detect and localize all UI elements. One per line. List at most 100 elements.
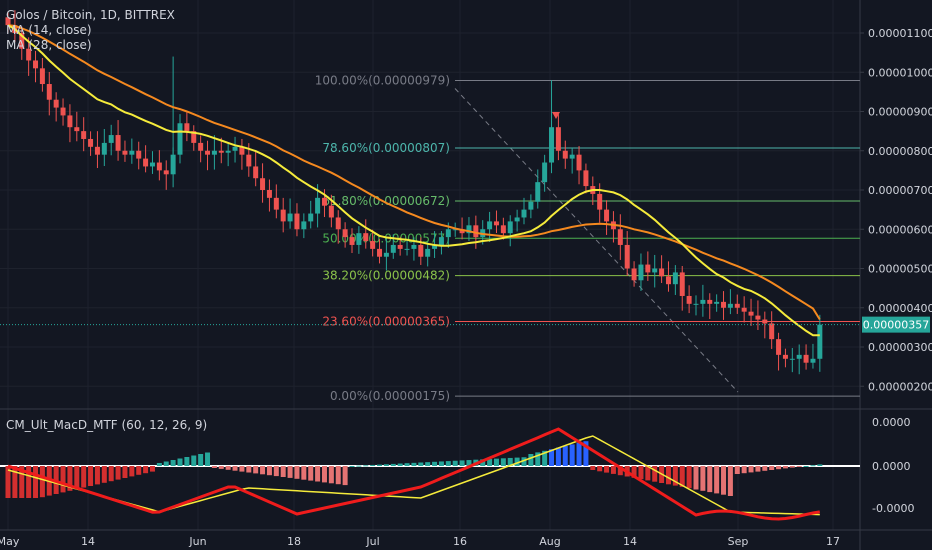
candle-body[interactable] (645, 264, 651, 273)
candle-body[interactable] (163, 170, 169, 175)
candle-body[interactable] (555, 127, 561, 151)
candle-body[interactable] (493, 221, 499, 226)
candle-body[interactable] (205, 150, 211, 155)
candle-body[interactable] (108, 135, 114, 143)
candle-body[interactable] (693, 303, 699, 305)
candle-body[interactable] (88, 138, 94, 147)
candle-body[interactable] (94, 146, 100, 155)
candle-body[interactable] (211, 150, 217, 155)
candle-body[interactable] (363, 233, 369, 242)
candle-body[interactable] (115, 135, 121, 151)
candle-body[interactable] (769, 323, 775, 340)
candle-body[interactable] (707, 299, 713, 304)
candle-body[interactable] (342, 229, 348, 238)
candle-body[interactable] (411, 244, 417, 249)
candle-body[interactable] (748, 311, 754, 316)
candle-body[interactable] (604, 209, 610, 222)
candle-body[interactable] (665, 276, 671, 285)
candle-body[interactable] (652, 268, 658, 273)
candle-body[interactable] (198, 142, 204, 151)
candle-body[interactable] (253, 166, 259, 179)
candle-body[interactable] (789, 358, 795, 360)
candle-body[interactable] (576, 154, 582, 171)
candle-body[interactable] (638, 264, 644, 281)
candle-body[interactable] (273, 197, 279, 210)
candle-body[interactable] (418, 244, 424, 257)
candle-body[interactable] (294, 213, 300, 230)
candle-body[interactable] (631, 268, 637, 281)
candle-body[interactable] (101, 142, 107, 155)
candle-body[interactable] (734, 303, 740, 308)
candle-body[interactable] (377, 248, 383, 257)
candle-body[interactable] (308, 213, 314, 222)
candle-body[interactable] (328, 205, 334, 218)
candle-body[interactable] (507, 221, 513, 234)
candle-body[interactable] (122, 150, 128, 155)
candle-body[interactable] (686, 295, 692, 304)
candle-body[interactable] (500, 225, 506, 234)
candle-body[interactable] (287, 213, 293, 222)
candle-body[interactable] (487, 221, 493, 230)
candle-body[interactable] (741, 307, 747, 312)
candle-body[interactable] (425, 248, 431, 257)
macd-legend[interactable]: CM_Ult_MacD_MTF (60, 12, 26, 9) (6, 418, 207, 433)
candle-body[interactable] (315, 197, 321, 214)
candle-body[interactable] (776, 339, 782, 355)
candle-body[interactable] (755, 315, 761, 320)
candle-body[interactable] (714, 301, 720, 304)
candle-body[interactable] (569, 154, 575, 159)
candle-body[interactable] (762, 319, 768, 324)
candle-body[interactable] (535, 182, 541, 202)
candle-body[interactable] (528, 201, 534, 210)
candle-body[interactable] (473, 225, 479, 238)
candle-body[interactable] (335, 217, 341, 230)
candle-body[interactable] (514, 217, 520, 222)
candle-body[interactable] (149, 162, 155, 167)
candle-body[interactable] (782, 354, 788, 359)
ma14-legend[interactable]: MA (14, close) (6, 23, 175, 38)
candle-body[interactable] (46, 84, 52, 100)
candle-body[interactable] (542, 162, 548, 183)
candle-body[interactable] (301, 221, 307, 230)
candle-body[interactable] (33, 60, 39, 69)
candle-body[interactable] (727, 303, 733, 308)
candle-body[interactable] (81, 131, 87, 139)
candle-body[interactable] (617, 229, 623, 245)
candle-body[interactable] (370, 241, 376, 249)
candle-body[interactable] (232, 146, 238, 151)
candle-body[interactable] (796, 354, 802, 359)
candle-body[interactable] (383, 252, 389, 257)
candle-body[interactable] (177, 123, 183, 155)
candle-body[interactable] (39, 68, 45, 85)
candle-body[interactable] (817, 324, 823, 359)
candle-body[interactable] (218, 150, 224, 153)
candle-body[interactable] (438, 237, 444, 245)
candle-body[interactable] (721, 301, 727, 308)
ma28-legend[interactable]: MA (28, close) (6, 38, 175, 53)
candle-body[interactable] (260, 178, 266, 190)
symbol-title[interactable]: Golos / Bitcoin, 1D, BITTREX (6, 8, 175, 23)
candle-body[interactable] (129, 150, 135, 155)
candle-body[interactable] (60, 107, 66, 116)
candle-body[interactable] (404, 248, 410, 250)
candle-body[interactable] (184, 123, 190, 132)
candle-body[interactable] (390, 244, 396, 253)
candle-body[interactable] (700, 299, 706, 304)
candle-body[interactable] (356, 233, 362, 245)
candle-body[interactable] (597, 193, 603, 210)
candle-body[interactable] (810, 358, 816, 363)
candle-body[interactable] (659, 268, 665, 277)
candle-body[interactable] (803, 354, 809, 363)
candle-body[interactable] (170, 154, 176, 175)
candle-body[interactable] (143, 158, 149, 167)
candle-body[interactable] (67, 115, 73, 128)
candle-body[interactable] (679, 272, 685, 296)
candle-body[interactable] (266, 190, 272, 198)
candle-body[interactable] (225, 150, 231, 153)
candle-body[interactable] (445, 229, 451, 238)
candle-body[interactable] (349, 237, 355, 245)
candle-body[interactable] (624, 244, 630, 269)
candle-body[interactable] (280, 209, 286, 222)
candle-body[interactable] (672, 272, 678, 285)
price-chart[interactable]: 100.00%(0.00000979) 78.60%(0.00000807) 61.… (0, 0, 932, 550)
